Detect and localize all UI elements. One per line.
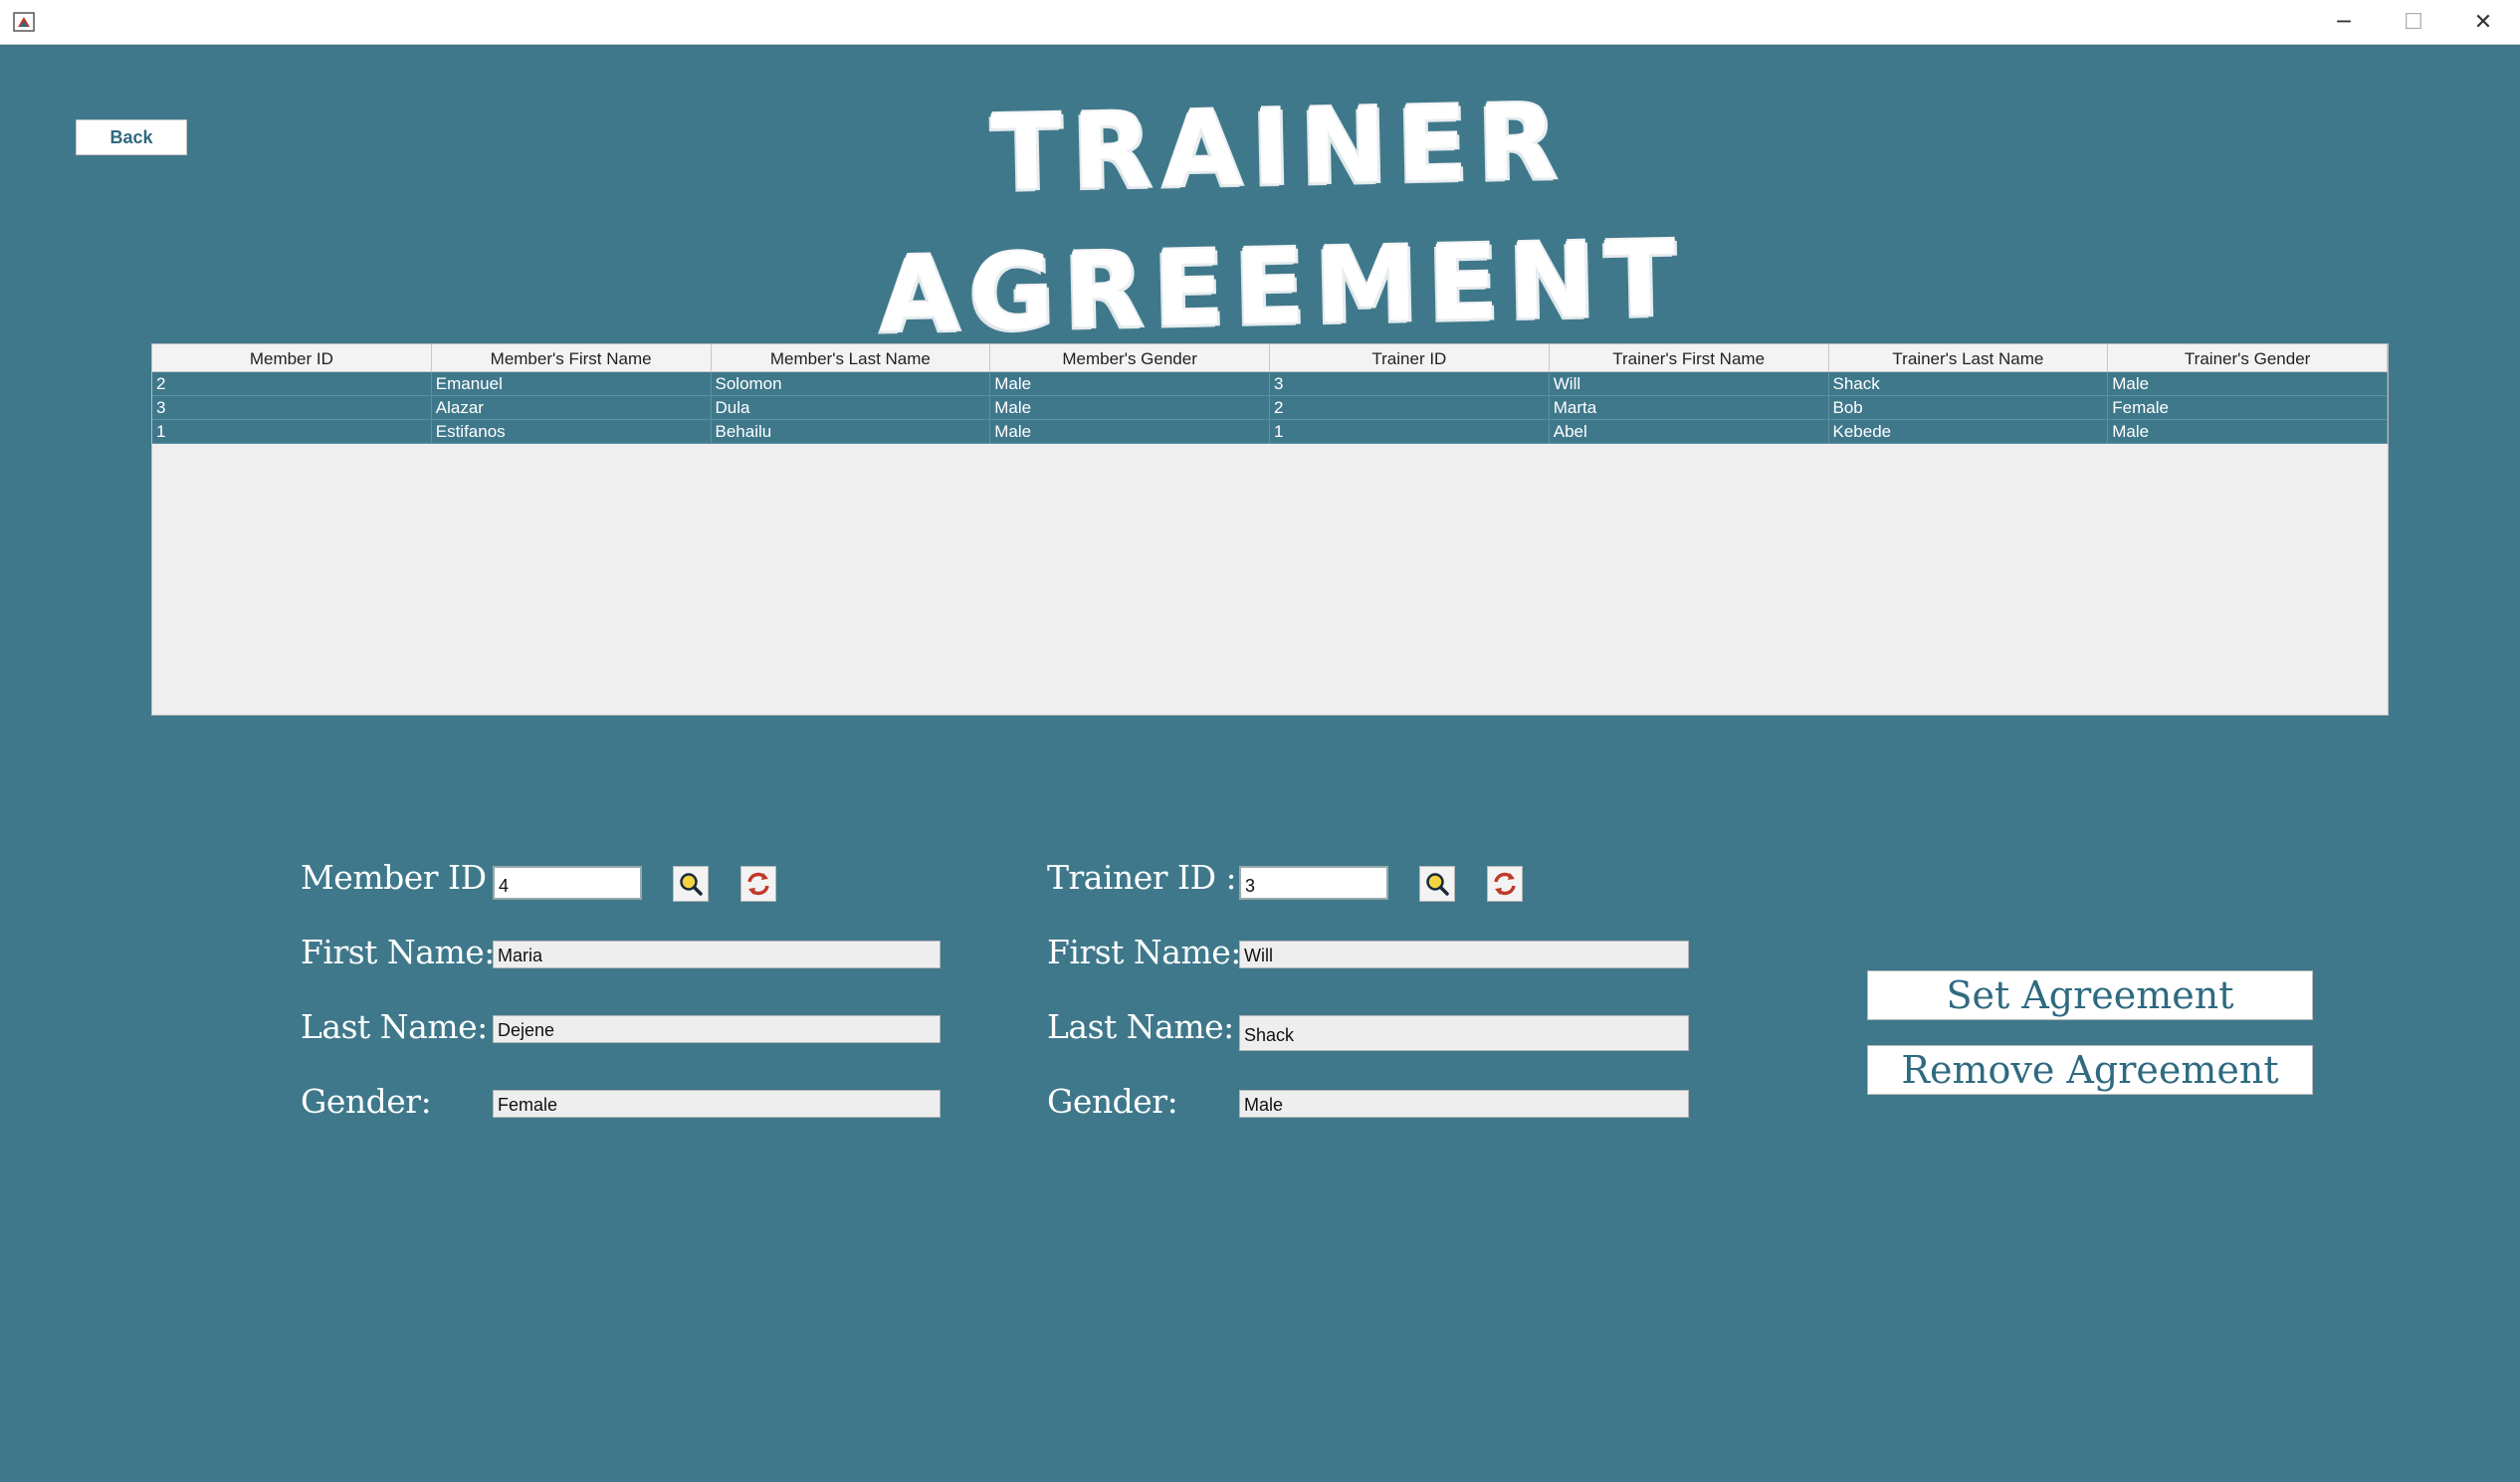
member-gender-field[interactable]: Female [493, 1090, 941, 1118]
trainer-search-button[interactable] [1419, 866, 1455, 902]
back-button[interactable]: Back [76, 119, 187, 155]
maximize-button[interactable]: ☐ [2379, 0, 2448, 44]
table-cell: Alazar [432, 396, 712, 420]
table-cell: Female [2108, 396, 2388, 420]
table-cell: 1 [152, 420, 432, 444]
table-row[interactable]: 1 Estifanos Behailu Male 1 Abel Kebede M… [152, 420, 2388, 444]
member-first-name-field[interactable]: Maria [493, 941, 941, 968]
trainer-gender-field[interactable]: Male [1239, 1090, 1689, 1118]
member-id-input[interactable]: 4 [493, 866, 642, 900]
table-cell: Marta [1550, 396, 1829, 420]
member-id-label: Member ID : [301, 858, 508, 897]
close-button[interactable]: ✕ [2448, 0, 2518, 44]
member-first-name-label: First Name: [301, 933, 495, 971]
trainer-first-name-label: First Name: [1047, 933, 1241, 971]
table-cell: 3 [152, 396, 432, 420]
member-last-name-field[interactable]: Dejene [493, 1015, 941, 1043]
column-header[interactable]: Trainer's Gender [2108, 344, 2388, 372]
table-cell: 3 [1270, 372, 1550, 396]
table-cell: Emanuel [432, 372, 712, 396]
search-icon [1426, 873, 1449, 896]
trainer-id-label: Trainer ID : [1047, 858, 1237, 897]
table-cell: Will [1550, 372, 1829, 396]
table-cell: Abel [1550, 420, 1829, 444]
table-cell: Male [990, 372, 1270, 396]
member-gender-label: Gender: [301, 1082, 432, 1121]
trainer-refresh-button[interactable] [1487, 866, 1523, 902]
table-cell: Shack [1829, 372, 2109, 396]
table-cell: 2 [152, 372, 432, 396]
column-header[interactable]: Member's First Name [431, 344, 712, 372]
refresh-icon [747, 872, 769, 896]
table-cell: Male [990, 396, 1270, 420]
trainer-id-input[interactable]: 3 [1239, 866, 1388, 900]
member-refresh-button[interactable] [740, 866, 776, 902]
member-search-button[interactable] [673, 866, 709, 902]
column-header[interactable]: Member's Gender [990, 344, 1270, 372]
java-app-icon [13, 12, 35, 32]
trainer-last-name-field[interactable]: Shack [1239, 1015, 1689, 1051]
table-cell: Male [990, 420, 1270, 444]
refresh-icon [1494, 872, 1516, 896]
table-cell: Male [2108, 372, 2388, 396]
trainer-gender-label: Gender: [1047, 1082, 1178, 1121]
trainer-last-name-label: Last Name: [1047, 1007, 1234, 1046]
table-cell: Estifanos [432, 420, 712, 444]
column-header[interactable]: Trainer's First Name [1549, 344, 1829, 372]
table-cell: 1 [1270, 420, 1550, 444]
table-row[interactable]: 3 Alazar Dula Male 2 Marta Bob Female [152, 396, 2388, 420]
column-header[interactable]: Member ID [152, 344, 432, 372]
table-cell: Dula [712, 396, 991, 420]
column-header[interactable]: Trainer's Last Name [1828, 344, 2109, 372]
table-cell: Bob [1829, 396, 2109, 420]
remove-agreement-button[interactable]: Remove Agreement [1867, 1045, 2313, 1095]
window-titlebar: ─ ☐ ✕ [0, 0, 2520, 45]
table-cell: Male [2108, 420, 2388, 444]
member-last-name-label: Last Name: [301, 1007, 488, 1046]
table-cell: Behailu [712, 420, 991, 444]
minimize-button[interactable]: ─ [2309, 0, 2379, 44]
column-header[interactable]: Trainer ID [1270, 344, 1550, 372]
page-title: TRAINER AGREEMENT [877, 80, 1687, 356]
agreements-table[interactable]: Member ID Member's First Name Member's L… [151, 343, 2389, 716]
table-row[interactable]: 2 Emanuel Solomon Male 3 Will Shack Male [152, 372, 2388, 396]
table-cell: Solomon [712, 372, 991, 396]
set-agreement-button[interactable]: Set Agreement [1867, 970, 2313, 1020]
search-icon [680, 873, 703, 896]
table-cell: Kebede [1829, 420, 2109, 444]
table-header: Member ID Member's First Name Member's L… [152, 344, 2388, 372]
trainer-first-name-field[interactable]: Will [1239, 941, 1689, 968]
column-header[interactable]: Member's Last Name [711, 344, 991, 372]
table-cell: 2 [1270, 396, 1550, 420]
